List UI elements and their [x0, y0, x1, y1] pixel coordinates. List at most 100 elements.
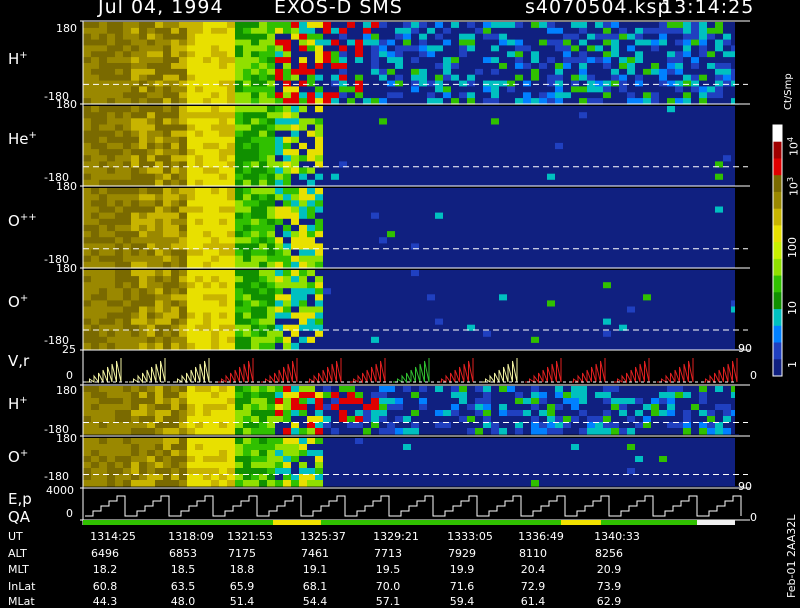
spectrogram-cell — [587, 112, 595, 119]
spectrogram-cell — [331, 331, 339, 338]
spectrogram-cell — [723, 288, 731, 295]
spectrogram-cell — [659, 288, 667, 295]
spectrogram-cell — [555, 404, 563, 411]
spectrogram-cell — [643, 143, 651, 150]
spectrogram-cell — [715, 131, 723, 138]
spectrogram-cell — [219, 51, 227, 58]
spectrogram-cell — [659, 404, 667, 411]
spectrogram-cell — [587, 34, 595, 41]
spectrogram-cell — [147, 404, 155, 411]
spectrogram-cell — [571, 28, 579, 35]
spectrogram-cell — [379, 219, 387, 226]
spectrogram-cell — [707, 57, 715, 64]
spectrogram-cell — [691, 28, 699, 35]
spectrogram-cell — [547, 69, 555, 76]
spectrogram-cell — [147, 256, 155, 263]
spectrogram-cell — [499, 194, 507, 201]
spectrogram-cell — [571, 92, 579, 99]
spectrogram-cell — [259, 112, 267, 119]
spectrogram-cell — [283, 256, 291, 263]
spectrogram-cell — [139, 194, 147, 201]
spectrogram-cell — [235, 149, 243, 156]
spectrogram-cell — [507, 118, 515, 125]
spectrogram-cell — [291, 200, 299, 207]
spectrogram-cell — [355, 237, 363, 244]
spectrogram-cell — [83, 125, 91, 132]
spectrogram-cell — [403, 106, 411, 113]
spectrogram-cell — [667, 404, 675, 411]
spectrogram-cell — [179, 57, 187, 64]
spectrogram-cell — [491, 112, 499, 119]
spectrogram-cell — [155, 137, 163, 144]
spectrogram-cell — [451, 231, 459, 238]
spectrogram-cell — [99, 188, 107, 195]
spectrogram-cell — [635, 288, 643, 295]
spectrogram-cell — [459, 294, 467, 301]
spectrogram-cell — [91, 45, 99, 52]
spectrogram-cell — [635, 231, 643, 238]
spectrogram-cell — [171, 231, 179, 238]
spectrogram-cell — [715, 331, 723, 338]
spectrogram-cell — [619, 398, 627, 405]
spectrogram-cell — [107, 231, 115, 238]
spectrogram-cell — [691, 307, 699, 314]
spectrogram-cell — [523, 270, 531, 277]
spectrogram-cell — [235, 225, 243, 232]
spectrogram-cell — [595, 34, 603, 41]
spectrogram-cell — [267, 125, 275, 132]
spectrogram-cell — [675, 92, 683, 99]
spectrogram-cell — [715, 51, 723, 58]
spectrogram-cell — [627, 319, 635, 326]
spectrogram-cell — [243, 86, 251, 93]
spectrogram-cell — [243, 125, 251, 132]
spectrogram-cell — [595, 307, 603, 314]
spectrogram-cell — [179, 207, 187, 214]
spectrogram-cell — [683, 386, 691, 393]
spectrogram-cell — [707, 307, 715, 314]
spectrogram-cell — [227, 143, 235, 150]
spectrogram-cell — [659, 331, 667, 338]
spectrogram-cell — [219, 69, 227, 76]
spectrogram-cell — [571, 392, 579, 399]
spectrogram-cell — [459, 57, 467, 64]
spectrogram-cell — [467, 174, 475, 181]
spectrogram-cell — [203, 307, 211, 314]
spectrogram-cell — [187, 45, 195, 52]
spectrogram-cell — [379, 63, 387, 70]
spectrogram-cell — [475, 386, 483, 393]
spectrogram-cell — [483, 188, 491, 195]
spectrogram-cell — [419, 51, 427, 58]
spectrogram-cell — [267, 422, 275, 429]
spectrogram-cell — [435, 34, 443, 41]
spectrogram-cell — [531, 118, 539, 125]
spectrogram-cell — [323, 319, 331, 326]
spectrogram-cell — [699, 57, 707, 64]
spectrogram-cell — [147, 276, 155, 283]
spectrogram-cell — [643, 174, 651, 181]
spectrogram-cell — [723, 331, 731, 338]
spectrogram-cell — [651, 231, 659, 238]
spectrogram-cell — [427, 75, 435, 82]
spectrogram-cell — [331, 45, 339, 52]
spectrogram-cell — [451, 313, 459, 320]
spectrogram-cell — [595, 207, 603, 214]
spectrogram-cell — [115, 174, 123, 181]
spectrogram-cell — [555, 149, 563, 156]
spectrogram-cell — [411, 143, 419, 150]
spectrogram-cell — [315, 331, 323, 338]
spectrogram-cell — [675, 276, 683, 283]
spectrogram-cell — [211, 174, 219, 181]
spectrogram-cell — [651, 118, 659, 125]
spectrogram-cell — [467, 188, 475, 195]
spectrogram-cell — [275, 428, 283, 435]
spectrogram-cell — [595, 331, 603, 338]
spectrogram-cell — [179, 282, 187, 289]
spectrogram-cell — [451, 168, 459, 175]
spectrogram-cell — [667, 155, 675, 162]
spectrogram-cell — [291, 75, 299, 82]
spectrogram-cell — [483, 22, 491, 29]
spectrogram-cell — [467, 331, 475, 338]
spectrogram-cell — [459, 188, 467, 195]
spectrogram-cell — [643, 386, 651, 393]
spectrogram-cell — [691, 386, 699, 393]
